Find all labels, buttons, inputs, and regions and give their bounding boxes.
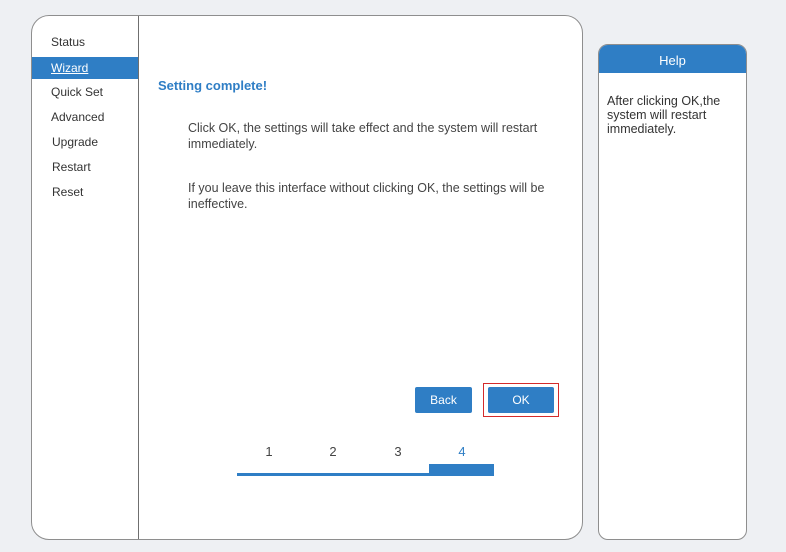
help-text: After clicking OK,the system will restar… [607, 94, 721, 136]
help-header: Help [599, 45, 746, 73]
help-panel: Help After clicking OK,the system will r… [598, 44, 747, 540]
main-panel: Status Wizard Quick Set Advanced Upgrade… [31, 15, 583, 540]
sidebar-item-quick-set[interactable]: Quick Set [32, 82, 138, 107]
sidebar-item-upgrade[interactable]: Upgrade [32, 132, 138, 157]
wizard-content: Setting complete! Click OK, the settings… [158, 78, 568, 240]
step-1: 1 [265, 444, 273, 459]
step-indicator: 1 2 3 4 [237, 444, 494, 476]
instruction-text: Click OK, the settings will take effect … [188, 121, 538, 151]
sidebar-item-restart[interactable]: Restart [32, 157, 138, 182]
sidebar-nav: Status Wizard Quick Set Advanced Upgrade… [32, 32, 138, 207]
page: Status Wizard Quick Set Advanced Upgrade… [0, 0, 786, 552]
step-3: 3 [394, 444, 402, 459]
step-2: 2 [329, 444, 337, 459]
back-button[interactable]: Back [415, 387, 472, 413]
step-4-current: 4 [458, 444, 466, 459]
nav-divider [138, 16, 139, 539]
sidebar-item-reset[interactable]: Reset [32, 182, 138, 207]
sidebar-item-status[interactable]: Status [32, 32, 138, 57]
warning-text: If you leave this interface without clic… [188, 181, 545, 211]
page-title: Setting complete! [158, 78, 268, 93]
ok-button[interactable]: OK [488, 387, 554, 413]
sidebar-item-advanced[interactable]: Advanced [32, 107, 138, 132]
step-progress-line [237, 473, 494, 476]
sidebar-item-wizard[interactable]: Wizard [32, 57, 138, 79]
